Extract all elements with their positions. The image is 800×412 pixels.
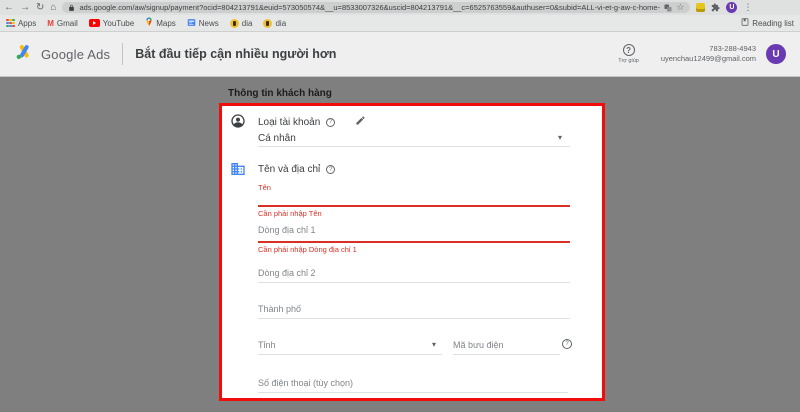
customer-info-card: Loại tài khoản ? Cá nhân ▾ Tên và địa ch… (219, 103, 605, 401)
help-icon: ? (622, 44, 635, 56)
bookmark-label: dia (275, 18, 287, 28)
name-input[interactable] (258, 191, 570, 205)
province-select[interactable]: Tỉnh (258, 340, 276, 350)
postal-underline (453, 354, 560, 355)
bookmark-label: Apps (17, 18, 37, 28)
address2-underline (258, 282, 570, 283)
dia-icon (263, 18, 273, 28)
reading-list-label: Reading list (752, 18, 794, 28)
url-text: ads.google.com/aw/signup/payment?ocid=80… (79, 3, 661, 12)
reading-list-button[interactable]: Reading list (741, 18, 794, 28)
google-ads-logo-icon (14, 43, 34, 66)
gmail-icon: M (47, 18, 54, 28)
news-icon (187, 18, 196, 29)
bookmark-news[interactable]: News (187, 18, 219, 29)
phone-underline (258, 392, 568, 393)
account-info: 783-288-4943 uyenchau12499@gmail.com (661, 44, 756, 64)
city-input[interactable]: Thành phố (258, 304, 301, 314)
account-phone: 783-288-4943 (709, 43, 756, 53)
postal-help-icon[interactable]: ? (562, 339, 572, 349)
home-icon[interactable]: ⌂ (50, 2, 56, 13)
province-chevron-down-icon[interactable]: ▾ (432, 341, 436, 349)
account-type-label: Loại tài khoản (258, 116, 321, 128)
bookmarks-bar: Apps M Gmail YouTube Maps News dia dia R… (0, 15, 800, 32)
bookmark-maps[interactable]: Maps (145, 17, 176, 29)
name-error-text: Cần phải nhập Tên (258, 209, 322, 218)
apps-grid-icon (6, 18, 15, 28)
browser-profile-avatar[interactable]: U (726, 2, 738, 13)
product-name: Google Ads (41, 46, 111, 62)
address1-error-text: Cần phải nhập Dòng địa chỉ 1 (258, 245, 357, 254)
bookmark-label: Gmail (56, 18, 78, 28)
bookmark-label: YouTube (102, 18, 135, 28)
reload-icon[interactable]: ↻ (36, 2, 44, 13)
address1-underline-error (258, 241, 570, 243)
bookmark-label: dia (241, 18, 253, 28)
name-address-help-icon[interactable]: ? (326, 165, 336, 174)
city-underline (258, 318, 570, 319)
province-underline (258, 354, 442, 355)
header-divider (122, 43, 124, 65)
forward-icon[interactable]: → (20, 2, 30, 13)
account-type-select[interactable]: Cá nhân (258, 133, 296, 144)
screen: ← → ↻ ⌂ ads.google.com/aw/signup/payment… (0, 0, 800, 412)
header-avatar[interactable]: U (766, 44, 786, 64)
form-section-heading: Thông tin khách hàng (228, 88, 332, 99)
name-address-label: Tên và địa chỉ (258, 164, 321, 175)
translate-icon[interactable] (664, 2, 672, 13)
postal-code-input[interactable]: Mã bưu điện (453, 340, 504, 350)
lock-icon (68, 2, 75, 13)
account-email: uyenchau12499@gmail.com (660, 54, 756, 63)
edit-pencil-icon[interactable] (355, 115, 366, 129)
app-header: Google Ads Bắt đầu tiếp cận nhiều người … (0, 32, 800, 77)
bookmark-dia-2[interactable]: dia (263, 18, 287, 28)
account-type-row: Loại tài khoản ? (258, 115, 366, 129)
account-type-chevron-down-icon[interactable]: ▾ (558, 134, 562, 142)
youtube-icon (88, 19, 100, 27)
bookmark-star-icon[interactable]: ☆ (676, 3, 684, 12)
bookmark-gmail[interactable]: M Gmail (47, 19, 78, 28)
reading-list-icon (741, 18, 749, 28)
phone-input[interactable]: Số điện thoại (tùy chọn) (258, 378, 353, 388)
account-circle-icon (230, 113, 246, 134)
bookmark-dia-1[interactable]: dia (229, 18, 253, 28)
address-bar[interactable]: ads.google.com/aw/signup/payment?ocid=80… (62, 2, 691, 13)
bookmark-label: News (198, 18, 219, 28)
bookmark-label: Maps (156, 18, 176, 28)
name-underline-error (258, 205, 570, 207)
browser-toolbar: ← → ↻ ⌂ ads.google.com/aw/signup/payment… (0, 0, 800, 15)
bookmark-youtube[interactable]: YouTube (88, 18, 135, 28)
account-type-help-icon[interactable]: ? (326, 117, 336, 127)
extension-ads-icon[interactable] (696, 3, 706, 12)
account-type-underline (258, 146, 570, 147)
dia-icon (229, 18, 239, 28)
maps-pin-icon (145, 17, 153, 29)
page-title: Bắt đầu tiếp cận nhiều người hơn (135, 47, 337, 61)
address1-input[interactable]: Dòng địa chỉ 1 (258, 225, 316, 235)
help-button[interactable]: ? Trợ giúp (618, 44, 639, 64)
back-icon[interactable]: ← (4, 2, 14, 13)
building-icon (230, 161, 246, 182)
bookmark-apps[interactable]: Apps (6, 19, 36, 28)
name-address-row: Tên và địa chỉ ? (258, 164, 336, 175)
address2-input[interactable]: Dòng địa chỉ 2 (258, 268, 316, 278)
help-label: Trợ giúp (618, 58, 639, 64)
browser-menu-icon[interactable]: ⋮ (743, 2, 752, 13)
